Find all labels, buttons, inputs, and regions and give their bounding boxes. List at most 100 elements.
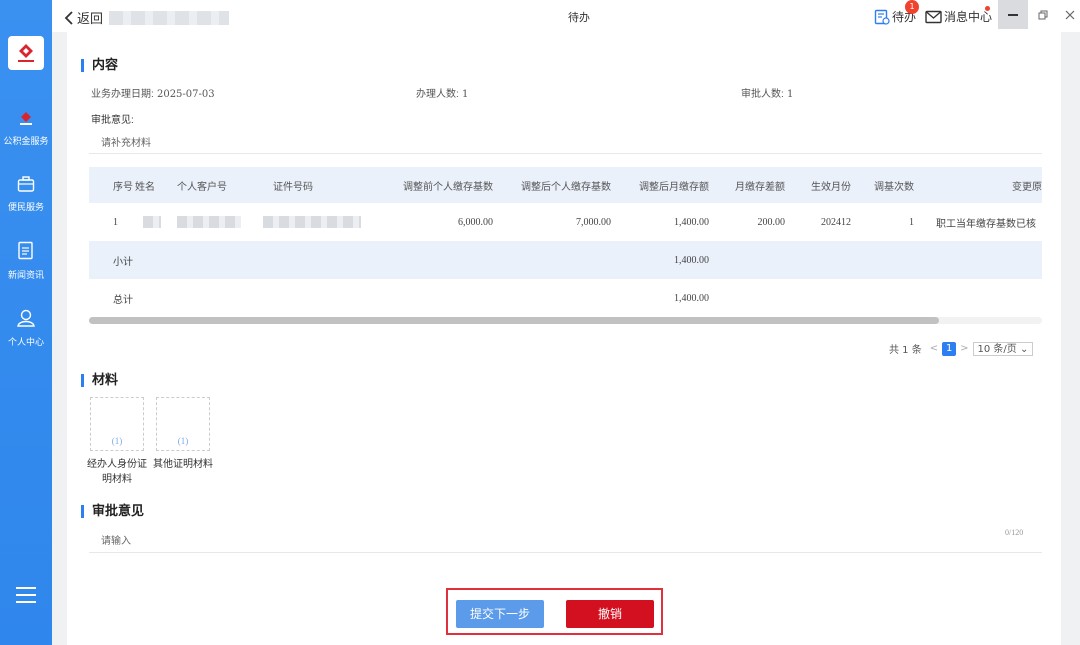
scrollbar-thumb[interactable] bbox=[89, 317, 939, 324]
col-id-number: 证件号码 bbox=[263, 167, 381, 203]
cell-monthly: 1,400.00 bbox=[674, 216, 709, 228]
col-seq: 序号 bbox=[89, 167, 133, 203]
cell-reason: 职工当年缴存基数已核 bbox=[936, 218, 1036, 230]
subtotal-row: 小计 1,400.00 bbox=[89, 241, 1042, 279]
main-content: 内容 业务办理日期: 2025-07-03 办理人数: 1 审批人数: 1 审批… bbox=[67, 32, 1061, 645]
todo-icon bbox=[874, 9, 890, 25]
sidebar-item-label: 新闻资讯 bbox=[7, 271, 44, 281]
section-title-review: 审批意见 bbox=[81, 505, 144, 518]
news-icon bbox=[0, 241, 52, 264]
handle-count-label: 办理人数: bbox=[416, 89, 459, 100]
cell-diff: 200.00 bbox=[757, 216, 786, 228]
approve-count-value: 1 bbox=[786, 89, 794, 100]
table-header-row: 序号 姓名 个人客户号 证件号码 调整前个人缴存基数 调整后个人缴存基数 调整后… bbox=[89, 167, 1042, 203]
opinion-text: 请补充材料 bbox=[101, 138, 151, 149]
total-label: 总计 bbox=[113, 294, 133, 306]
cell-before-base: 6,000.00 bbox=[458, 216, 493, 228]
cell-id-number-redacted bbox=[263, 203, 381, 241]
business-date-field: 业务办理日期: 2025-07-03 bbox=[91, 85, 215, 100]
approve-count-field: 审批人数: 1 bbox=[741, 85, 793, 100]
contribution-table: 序号 姓名 个人客户号 证件号码 调整前个人缴存基数 调整后个人缴存基数 调整后… bbox=[89, 167, 1042, 317]
handle-count-value: 1 bbox=[461, 89, 469, 100]
close-icon bbox=[1065, 10, 1075, 19]
col-name: 姓名 bbox=[133, 167, 177, 203]
prev-page-icon[interactable]: < bbox=[930, 343, 938, 354]
cell-after-base: 7,000.00 bbox=[576, 216, 611, 228]
cell-times: 1 bbox=[909, 216, 914, 228]
maximize-button[interactable] bbox=[1028, 0, 1058, 29]
section-title-content: 内容 bbox=[81, 59, 118, 72]
col-monthly: 调整后月缴存额 bbox=[617, 167, 715, 203]
window-title: 待办 bbox=[568, 11, 590, 24]
submit-next-button[interactable]: 提交下一步 bbox=[456, 600, 544, 628]
col-before-base: 调整前个人缴存基数 bbox=[381, 167, 499, 203]
next-page-icon[interactable]: > bbox=[960, 343, 968, 354]
subtotal-monthly: 1,400.00 bbox=[617, 241, 715, 279]
table-horizontal-scrollbar[interactable] bbox=[89, 317, 1042, 324]
minimize-icon bbox=[1008, 13, 1018, 16]
divider bbox=[89, 153, 1042, 154]
menu-icon[interactable] bbox=[16, 587, 36, 603]
unread-dot bbox=[985, 6, 990, 11]
cell-customer-no-redacted bbox=[177, 203, 263, 241]
material-count: (1) bbox=[177, 436, 189, 446]
todo-button[interactable]: 待办 1 bbox=[874, 0, 919, 25]
back-button[interactable]: 返回 bbox=[64, 8, 230, 27]
messages-label: 消息中心 bbox=[944, 10, 993, 24]
total-row: 总计 1,400.00 bbox=[89, 279, 1042, 317]
minimize-button[interactable] bbox=[998, 0, 1028, 29]
cell-month: 202412 bbox=[821, 216, 851, 228]
mail-icon bbox=[925, 10, 942, 23]
page-size-value: 10 条/页 bbox=[977, 343, 1017, 355]
sidebar: 公积金服务 便民服务 新闻资讯 个人中心 bbox=[0, 0, 52, 645]
revoke-button[interactable]: 撤销 bbox=[566, 600, 654, 628]
approve-count-label: 审批人数: bbox=[741, 89, 784, 100]
page-size-select[interactable]: 10 条/页 ⌄ bbox=[972, 341, 1034, 356]
app-logo bbox=[8, 36, 44, 70]
material-count: (1) bbox=[111, 436, 123, 446]
col-after-base: 调整后个人缴存基数 bbox=[499, 167, 617, 203]
col-times: 调基次数 bbox=[857, 167, 920, 203]
review-input[interactable]: 请输入 bbox=[101, 532, 131, 547]
total-monthly: 1,400.00 bbox=[674, 292, 709, 304]
chevron-down-icon: ⌄ bbox=[1019, 343, 1029, 355]
material-label-other: 其他证明材料 bbox=[153, 459, 213, 470]
page-number[interactable]: 1 bbox=[942, 341, 957, 356]
section-title-materials: 材料 bbox=[81, 374, 118, 387]
sidebar-item-label: 个人中心 bbox=[7, 338, 44, 348]
user-icon bbox=[0, 308, 52, 331]
sidebar-item-label: 便民服务 bbox=[7, 203, 44, 213]
sidebar-item-news[interactable]: 新闻资讯 bbox=[0, 241, 52, 281]
col-customer-no: 个人客户号 bbox=[177, 167, 263, 203]
opinion-label: 审批意见: bbox=[91, 111, 134, 126]
close-button[interactable] bbox=[1055, 0, 1080, 29]
sidebar-item-fund-service[interactable]: 公积金服务 bbox=[0, 111, 52, 147]
message-center-button[interactable]: 消息中心 bbox=[925, 6, 993, 25]
redacted-breadcrumb bbox=[109, 10, 230, 25]
material-thumbnail-other[interactable]: (1) bbox=[156, 397, 210, 451]
opinion-label-text: 审批意见: bbox=[91, 115, 134, 126]
business-date-label: 业务办理日期: bbox=[91, 89, 154, 100]
pagination: 共 1 条 < 1 > 10 条/页 ⌄ bbox=[889, 341, 1034, 356]
business-date-value: 2025-07-03 bbox=[156, 89, 215, 100]
col-reason: 变更原 bbox=[920, 167, 1042, 203]
review-char-count: 0/120 bbox=[1005, 528, 1024, 537]
cell-seq: 1 bbox=[113, 216, 118, 228]
todo-badge: 1 bbox=[905, 0, 919, 14]
sidebar-item-label: 公积金服务 bbox=[3, 137, 49, 147]
handle-count-field: 办理人数: 1 bbox=[416, 85, 468, 100]
col-month: 生效月份 bbox=[791, 167, 857, 203]
sidebar-item-personal-center[interactable]: 个人中心 bbox=[0, 308, 52, 348]
action-button-group: 提交下一步 撤销 bbox=[446, 588, 663, 635]
col-diff: 月缴存差额 bbox=[715, 167, 791, 203]
material-thumbnail-id[interactable]: (1) bbox=[90, 397, 144, 451]
back-label: 返回 bbox=[77, 12, 104, 27]
restore-icon bbox=[1038, 10, 1048, 19]
cell-name-redacted bbox=[133, 203, 177, 241]
house-fund-icon bbox=[0, 111, 52, 130]
divider bbox=[89, 552, 1042, 553]
title-bar: 返回 待办 待办 1 消息中心 bbox=[52, 0, 1080, 32]
table-row[interactable]: 1 6,000.00 7,000.00 1,400.00 200.00 2024… bbox=[89, 203, 1042, 241]
chevron-left-icon bbox=[64, 10, 73, 25]
sidebar-item-convenience-service[interactable]: 便民服务 bbox=[0, 175, 52, 213]
